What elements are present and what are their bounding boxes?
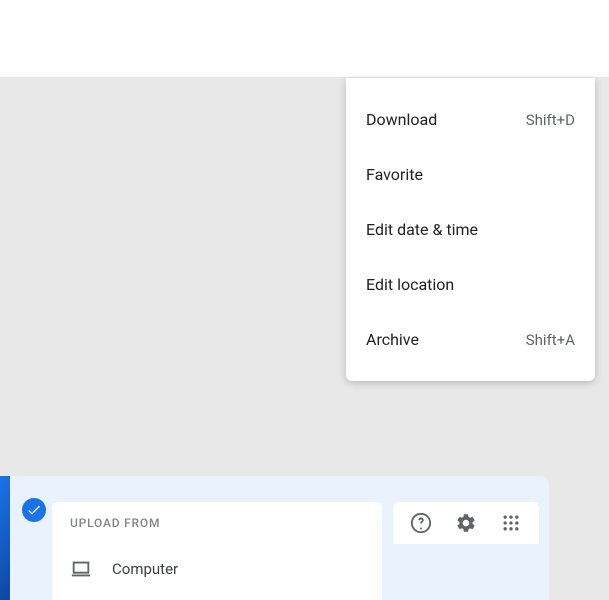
help-button[interactable] xyxy=(403,505,439,541)
menu-item-label: Edit location xyxy=(366,275,454,294)
menu-item-shortcut: Shift+A xyxy=(526,331,575,349)
menu-item-edit-date-time[interactable]: Edit date & time xyxy=(346,202,595,257)
context-menu: Download Shift+D Favorite Edit date & ti… xyxy=(346,78,595,381)
main-content-area: Download Shift+D Favorite Edit date & ti… xyxy=(0,78,609,600)
settings-button[interactable] xyxy=(448,505,484,541)
apps-button[interactable] xyxy=(493,505,529,541)
top-bar xyxy=(0,0,609,78)
upload-option-computer[interactable]: Computer xyxy=(70,552,364,586)
bottom-overlay-panel: UPLOAD FROM Computer xyxy=(0,476,549,600)
computer-icon xyxy=(70,558,92,580)
menu-item-shortcut: Shift+D xyxy=(526,111,575,129)
menu-item-label: Archive xyxy=(366,330,419,349)
menu-item-edit-location[interactable]: Edit location xyxy=(346,257,595,312)
gear-icon xyxy=(455,512,477,534)
menu-item-archive[interactable]: Archive Shift+A xyxy=(346,312,595,367)
check-icon xyxy=(26,502,42,518)
upload-option-label: Computer xyxy=(112,560,178,578)
menu-item-label: Download xyxy=(366,110,437,129)
upload-panel: UPLOAD FROM Computer xyxy=(52,502,382,600)
thumbnail-preview-sliver xyxy=(0,476,10,600)
apps-grid-icon xyxy=(501,513,521,533)
icon-toolbar xyxy=(393,502,539,544)
menu-item-download[interactable]: Download Shift+D xyxy=(346,92,595,147)
menu-item-label: Favorite xyxy=(366,165,423,184)
selected-check-badge[interactable] xyxy=(22,498,46,522)
menu-item-label: Edit date & time xyxy=(366,220,478,239)
help-icon xyxy=(410,512,432,534)
menu-item-favorite[interactable]: Favorite xyxy=(346,147,595,202)
upload-header: UPLOAD FROM xyxy=(70,516,364,530)
